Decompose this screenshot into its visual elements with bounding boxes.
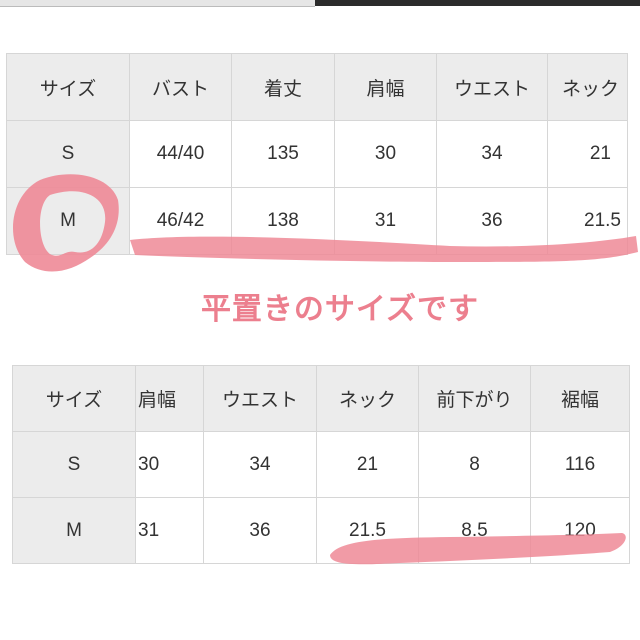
cell: 8.5 — [418, 497, 531, 564]
header-cell: 肩幅 — [334, 53, 437, 121]
header-cell: サイズ — [6, 53, 130, 121]
cell: 34 — [436, 120, 548, 188]
cell: 116 — [530, 431, 630, 498]
size-cell: S — [12, 431, 136, 498]
top-bar-left — [0, 0, 315, 7]
header-cell: ウエスト — [203, 365, 317, 432]
cell: 30 — [334, 120, 437, 188]
caption: 平置きのサイズです — [200, 293, 480, 326]
cell: 31 — [334, 187, 437, 255]
table-header-row: サイズ 肩幅 ウエスト ネック 前下がり 裾幅 — [12, 365, 630, 432]
table-header-row: サイズ バスト 着丈 肩幅 ウエスト ネック — [6, 53, 628, 121]
header-cell: ネック — [316, 365, 419, 432]
cell: 36 — [203, 497, 317, 564]
header-cell: バスト — [129, 53, 232, 121]
cell: 138 — [231, 187, 335, 255]
header-cell: 前下がり — [418, 365, 531, 432]
header-cell: 着丈 — [231, 53, 335, 121]
cell: 46/42 — [129, 187, 232, 255]
table-row: S 44/40 135 30 34 21 — [6, 120, 628, 188]
cell: 135 — [231, 120, 335, 188]
top-bar-right — [315, 0, 640, 6]
table-row: S 30 34 21 8 116 — [12, 431, 630, 498]
cell: 30 — [135, 431, 204, 498]
cell: 21.5 — [547, 187, 628, 255]
cell: 21 — [316, 431, 419, 498]
size-table-bottom: サイズ 肩幅 ウエスト ネック 前下がり 裾幅 S 30 34 21 8 116… — [12, 365, 630, 564]
size-table-top: サイズ バスト 着丈 肩幅 ウエスト ネック S 44/40 135 30 34… — [6, 53, 628, 255]
cell: 36 — [436, 187, 548, 255]
header-cell: ウエスト — [436, 53, 548, 121]
cell: 8 — [418, 431, 531, 498]
size-cell: M — [6, 187, 130, 255]
cell: 21 — [547, 120, 628, 188]
header-cell: 裾幅 — [530, 365, 630, 432]
cell: 34 — [203, 431, 317, 498]
size-cell: S — [6, 120, 130, 188]
cell: 120 — [530, 497, 630, 564]
header-cell: ネック — [547, 53, 628, 121]
cell: 31 — [135, 497, 204, 564]
cell: 44/40 — [129, 120, 232, 188]
table-row: M 31 36 21.5 8.5 120 — [12, 497, 630, 564]
size-cell: M — [12, 497, 136, 564]
table-row: M 46/42 138 31 36 21.5 — [6, 187, 628, 255]
header-cell: 肩幅 — [135, 365, 204, 432]
header-cell: サイズ — [12, 365, 136, 432]
cell: 21.5 — [316, 497, 419, 564]
